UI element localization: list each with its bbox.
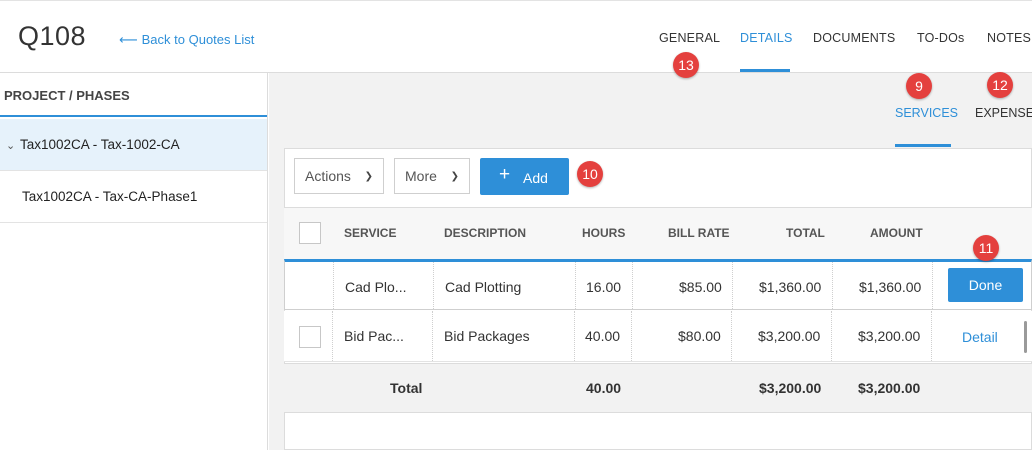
tab-services[interactable]: SERVICES [895,106,958,120]
sub-tab-indicator [895,144,951,147]
table-header: SERVICE DESCRIPTION HOURS BILL RATE TOTA… [284,207,1032,259]
add-label: Add [523,170,548,186]
total-hours: 40.00 [586,380,622,396]
more-label: More [405,168,437,184]
tab-expense[interactable]: EXPENSE [975,106,1032,120]
annotation-badge: 11 [973,235,999,261]
chevron-down-icon[interactable]: ⌄ [6,139,20,152]
back-link-label: Back to Quotes List [141,32,255,47]
table-row[interactable]: Cad Plo... Cad Plotting 16.00 $85.00 $1,… [284,259,1032,310]
plus-icon: + [499,164,511,185]
add-button[interactable]: + Add [480,158,569,195]
totals-row: Total 40.00 $3,200.00 $3,200.00 [284,363,1032,413]
row-checkbox[interactable] [299,326,321,348]
column-header-description[interactable]: DESCRIPTION [444,226,526,240]
back-to-quotes-link[interactable]: ⟵ Back to Quotes List [119,32,254,48]
total-label: Total [390,380,423,396]
project-phases-header: PROJECT / PHASES [0,73,267,117]
detail-link[interactable]: Detail [962,329,998,345]
tab-general[interactable]: GENERAL [659,31,720,45]
page-title: Q108 [18,21,87,51]
column-header-hours[interactable]: HOURS [582,226,625,240]
total-amount: $3,200.00 [858,380,921,396]
tab-notes[interactable]: NOTES [987,31,1031,45]
table-row[interactable]: Bid Pac... Bid Packages 40.00 $80.00 $3,… [284,311,1032,362]
phase-item-label: Tax1002CA - Tax-CA-Phase1 [22,189,198,204]
annotation-badge: 13 [673,52,699,78]
project-phases-panel: PROJECT / PHASES ⌄ Tax1002CA - Tax-1002-C… [0,73,268,450]
done-button[interactable]: Done [948,268,1023,302]
chevron-down-icon: ❯ [450,171,459,182]
actions-label: Actions [305,168,351,184]
scrollbar[interactable] [1024,321,1027,353]
annotation-badge: 12 [987,72,1013,98]
column-header-service[interactable]: SERVICE [344,226,396,240]
annotation-badge: 10 [577,161,603,187]
more-dropdown[interactable]: More ❯ [394,158,470,194]
column-header-total[interactable]: TOTAL [786,226,825,240]
select-all-checkbox[interactable] [299,222,321,244]
total-total: $3,200.00 [759,380,822,396]
tab-to-dos[interactable]: TO-DOs [917,31,965,45]
phase-item[interactable]: Tax1002CA - Tax-CA-Phase1 [0,171,267,223]
annotation-badge: 9 [906,73,932,99]
chevron-down-icon: ❯ [364,171,373,182]
arrow-left-icon: ⟵ [119,32,138,47]
tab-details[interactable]: DETAILS [740,31,793,45]
column-header-amount[interactable]: AMOUNT [870,226,923,240]
actions-dropdown[interactable]: Actions ❯ [294,158,384,194]
active-tab-indicator [740,69,790,72]
column-header-bill-rate[interactable]: BILL RATE [668,226,730,240]
phase-item[interactable]: ⌄ Tax1002CA - Tax-1002-CA [0,119,267,171]
phase-item-label: Tax1002CA - Tax-1002-CA [20,137,180,152]
tab-documents[interactable]: DOCUMENTS [813,31,895,45]
